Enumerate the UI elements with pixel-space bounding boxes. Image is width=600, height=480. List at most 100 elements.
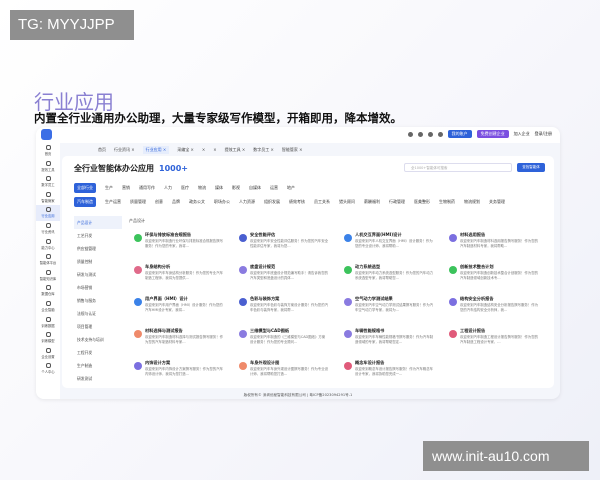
tab[interactable]: 行业应用 × bbox=[142, 145, 170, 154]
sidebar-item[interactable]: 行业资讯 bbox=[36, 221, 60, 237]
join-enterprise-link[interactable]: 加入企业 bbox=[514, 131, 530, 137]
industry-chip[interactable]: 职场办公 bbox=[214, 199, 230, 205]
category-item[interactable]: 法规与认证 bbox=[74, 307, 122, 320]
agent-grid: 环保与排放标准合规报告 欢迎来到汽车制造行业环保与排放标准合规报告撰写服务！作为您… bbox=[134, 232, 554, 392]
category-item[interactable]: 研发与测试 bbox=[74, 268, 122, 281]
category-item[interactable]: 产品设计 bbox=[74, 216, 122, 229]
settings-icon[interactable] bbox=[427, 131, 433, 137]
tab[interactable]: 智能管家 × bbox=[282, 147, 303, 153]
industry-chip[interactable]: 质量管理 bbox=[130, 199, 146, 205]
industry-chip[interactable]: 组织发展 bbox=[264, 199, 280, 205]
agent-card[interactable]: 创新技术整合计划 欢迎来到汽车制造创新技术整合计划服务！作为您的汽车制造领域创新技… bbox=[449, 264, 554, 296]
sidebar-item[interactable]: 企业智脑 bbox=[36, 299, 60, 315]
tab[interactable]: × bbox=[202, 147, 205, 152]
agent-card[interactable]: 材料选用报告 欢迎来到汽车制造材料选用报告撰写服务！作为您的汽车制造材料专家，我将… bbox=[449, 232, 554, 264]
industry-chip[interactable]: 生产运营 bbox=[105, 199, 121, 205]
agent-card[interactable]: 概念车设计报告 欢迎来到概念车设计报告撰写服务！作为汽车概念车设计专家，我将协助您… bbox=[344, 360, 449, 392]
sidebar-item[interactable]: 训练数据 bbox=[36, 315, 60, 331]
logo-icon[interactable] bbox=[41, 129, 52, 140]
industry-chip[interactable]: 创意 bbox=[155, 199, 163, 205]
search-button[interactable]: 查找智能体 bbox=[517, 163, 545, 172]
agent-card[interactable]: 内饰设计方案 欢迎来到汽车内饰设计方案撰写服务！作为您的汽车内饰设计师，我将为您打… bbox=[134, 360, 239, 392]
agent-card[interactable]: 环保与排放标准合规报告 欢迎来到汽车制造行业环保与排放标准合规报告撰写服务！作为您… bbox=[134, 232, 239, 264]
create-enterprise-button[interactable]: 免费创建企业 bbox=[476, 130, 509, 138]
industry-chip[interactable]: 运营 bbox=[270, 185, 278, 191]
agent-card[interactable]: 色彩与装饰方案 欢迎来到汽车色彩与装饰方案设计服务！作为您的汽车色彩与装饰专家，我… bbox=[239, 296, 344, 328]
industry-chip[interactable]: 员工关系 bbox=[314, 199, 330, 205]
industry-chip[interactable]: 人力资源 bbox=[239, 199, 255, 205]
industry-chip[interactable]: 薪酬福利 bbox=[364, 199, 380, 205]
category-item[interactable]: 技术支持与培训 bbox=[74, 333, 122, 346]
industry-chip[interactable]: 物流 bbox=[198, 185, 206, 191]
industry-chip[interactable]: 生物制药 bbox=[439, 199, 455, 205]
sidebar-item[interactable]: 企业设置 bbox=[36, 346, 60, 362]
tab[interactable]: × bbox=[213, 147, 216, 152]
tab[interactable]: 数字员工 × bbox=[253, 147, 274, 153]
sidebar-item[interactable]: 数字员工 bbox=[36, 174, 60, 190]
industry-chip[interactable]: 地产 bbox=[287, 185, 295, 191]
agent-card[interactable]: 结构安全分析报告 欢迎来到汽车制造结构安全分析报告撰写服务！作为您的汽车结构安全分… bbox=[449, 296, 554, 328]
sidebar-item[interactable]: 智能体平台 bbox=[36, 252, 60, 268]
tab[interactable]: 采编宝 × bbox=[177, 147, 194, 153]
agent-card[interactable]: 底盘设计规范 欢迎来到汽车底盘设计规范编写助手！请告诉我您的汽车类型和底盘设计的具… bbox=[239, 264, 344, 296]
category-item[interactable]: 质量控制 bbox=[74, 255, 122, 268]
sidebar-item[interactable]: 智能管家 bbox=[36, 190, 60, 206]
info-icon[interactable] bbox=[437, 131, 443, 137]
agent-description: 欢迎来到汽车车身结构分析服务！作为您的专业汽车制造工程师，我将为您提供... bbox=[145, 271, 223, 280]
category-item[interactable]: 市场营销 bbox=[74, 281, 122, 294]
sidebar-item[interactable]: 训练模型 bbox=[36, 330, 60, 346]
category-item[interactable]: 供应链管理 bbox=[74, 242, 122, 255]
industry-chip[interactable]: 医疗 bbox=[181, 185, 189, 191]
sidebar-item[interactable]: 个人中心 bbox=[36, 361, 60, 377]
industry-chip[interactable]: 行政管理 bbox=[389, 199, 405, 205]
industry-chip[interactable]: 全部行业 bbox=[74, 183, 96, 193]
grid-icon[interactable] bbox=[417, 131, 423, 137]
agent-card[interactable]: 车辆性能规格书 欢迎来到汽车车辆性能规格书撰写服务！作为汽车制造领域的专家，我将帮… bbox=[344, 328, 449, 360]
industry-chip[interactable]: 政务公文 bbox=[189, 199, 205, 205]
agent-icon bbox=[134, 298, 142, 306]
agent-card[interactable]: 工程设计报告 欢迎来到汽车制造工程设计报告撰写服务！作为您的汽车制造工程设计专家，… bbox=[449, 328, 554, 360]
tab[interactable]: 行业资讯 × bbox=[114, 147, 135, 153]
agent-card[interactable]: 材料选择与测试报告 欢迎来到汽车制造材料选择与测试报告撰写服务！作为您的汽车制造材… bbox=[134, 328, 239, 360]
category-item[interactable]: 销售与服务 bbox=[74, 294, 122, 307]
industry-chip[interactable]: 绩效考核 bbox=[289, 199, 305, 205]
category-item[interactable]: 工艺开发 bbox=[74, 229, 122, 242]
agent-card[interactable]: 用户界面（HMI）设计 欢迎来到汽车用户界面（HMI）设计服务！作为您的汽车HMI… bbox=[134, 296, 239, 328]
industry-chip[interactable]: 影视 bbox=[232, 185, 240, 191]
agent-card[interactable]: 人机交互界面(HMI)设计 欢迎来到汽车人机交互界面（HMI）设计服务！作为您的专… bbox=[344, 232, 449, 264]
industry-chip[interactable]: 品牌 bbox=[172, 199, 180, 205]
sidebar-item[interactable]: 智能知识库 bbox=[36, 268, 60, 284]
agent-card[interactable]: 安全性能评估 欢迎来到汽车安全性能评估服务！作为您的汽车安全性能评估专家，我将为您… bbox=[239, 232, 344, 264]
sidebar-item[interactable]: 行业应用 bbox=[36, 205, 60, 221]
tab[interactable]: 首页 bbox=[98, 147, 106, 153]
sidebar-item[interactable]: 能力中心 bbox=[36, 237, 60, 253]
industry-chip[interactable]: 猎头顾问 bbox=[339, 199, 355, 205]
industry-chip[interactable]: 关务管理 bbox=[489, 199, 505, 205]
industry-chip[interactable]: 自媒体 bbox=[249, 185, 261, 191]
category-item[interactable]: 生产制造 bbox=[74, 359, 122, 372]
agent-card[interactable]: 空气动力学测试结果 欢迎来到汽车空气动力学测试结果撰写服务！作为汽车空气动力学专家… bbox=[344, 296, 449, 328]
agent-card[interactable]: 车身外观设计图 欢迎来到汽车车身外观设计图撰写服务！作为专业设计师，我将帮助您打造… bbox=[239, 360, 344, 392]
sidebar-item[interactable]: 数据仓库 bbox=[36, 283, 60, 299]
industry-chip[interactable]: 生产 bbox=[105, 185, 113, 191]
category-item[interactable]: 研发测试 bbox=[74, 372, 122, 385]
agent-card[interactable]: 三维模型与CAD图纸 欢迎来到汽车制造的《三维模型与CAD图纸》方案设计服务！作为… bbox=[239, 328, 344, 360]
search-icon[interactable] bbox=[407, 131, 413, 137]
industry-chip[interactable]: 媒体 bbox=[215, 185, 223, 191]
tab[interactable]: 提效工具 × bbox=[225, 147, 246, 153]
industry-chip[interactable]: 营销 bbox=[122, 185, 130, 191]
sidebar-item[interactable]: 首页 bbox=[36, 143, 60, 159]
industry-chip[interactable]: 医美整形 bbox=[414, 199, 430, 205]
industry-chip[interactable]: 人力 bbox=[164, 185, 172, 191]
my-account-button[interactable]: 我的账户 bbox=[447, 130, 472, 138]
search-input[interactable]: 全1000+智能体可搜索 bbox=[404, 163, 512, 172]
sidebar-item[interactable]: 提效工具 bbox=[36, 159, 60, 175]
category-item[interactable]: 项目管理 bbox=[74, 320, 122, 333]
login-link[interactable]: 登录/注册 bbox=[535, 131, 552, 137]
agent-card[interactable]: 动力系统选型 欢迎来到汽车动力系统选型服务！作为您的汽车动力系统选型专家，我将帮助… bbox=[344, 264, 449, 296]
industry-chip[interactable]: 汽车制造 bbox=[74, 197, 96, 207]
agent-card[interactable]: 车身结构分析 欢迎来到汽车车身结构分析服务！作为您的专业汽车制造工程师，我将为您提… bbox=[134, 264, 239, 296]
category-item[interactable]: 工程开发 bbox=[74, 346, 122, 359]
industry-chip[interactable]: 通用写作 bbox=[139, 185, 155, 191]
industry-chip[interactable]: 物流规划 bbox=[464, 199, 480, 205]
